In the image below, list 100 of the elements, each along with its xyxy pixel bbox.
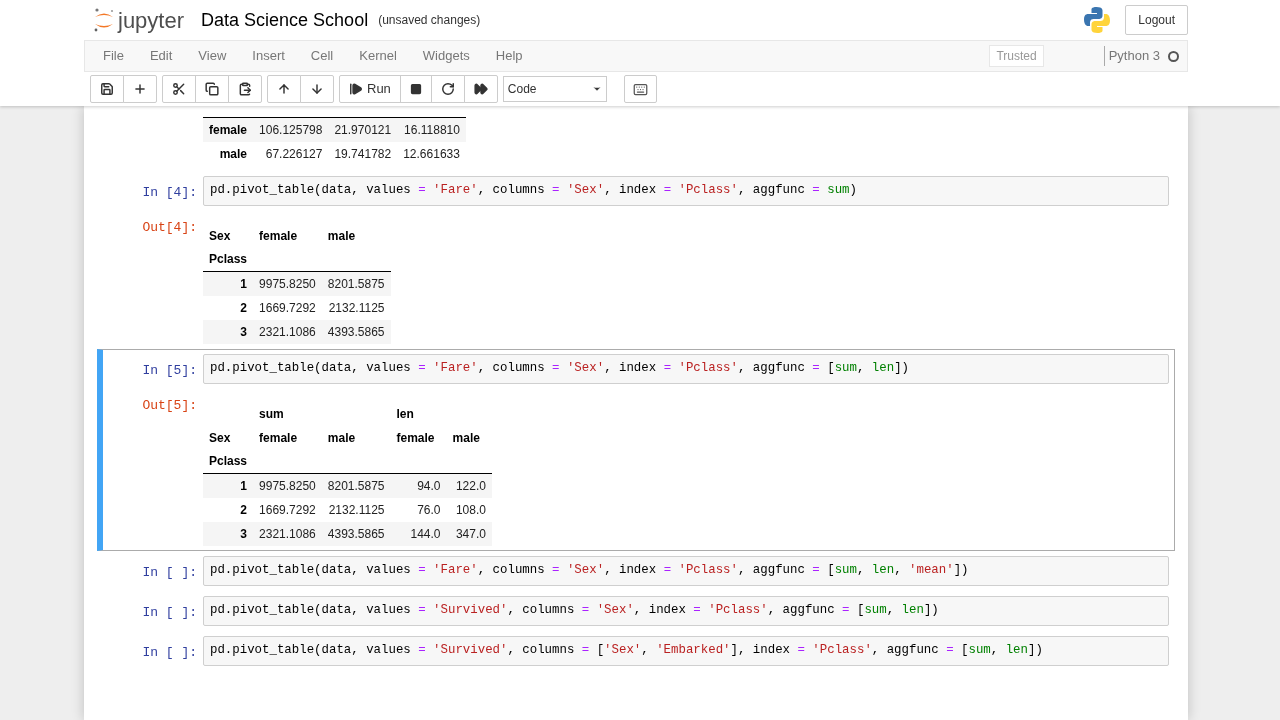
save-status: (unsaved changes) [378,12,481,29]
notebook-cell[interactable]: In [ ]: pd.pivot_table(data, values = 'Fare', columns = 'Sex', index = 'Pclass', aggfunc = [sum, len, 'mean']) [97,550,1175,591]
row-index: 3 [240,324,248,339]
plus-icon [133,82,147,96]
notebook-title[interactable]: Data Science School [201,6,369,34]
toolbar-button[interactable] [399,75,432,103]
menu-item[interactable]: Insert [240,46,297,66]
menu-item[interactable]: Kernel [347,46,409,66]
code-input[interactable]: pd.pivot_table(data, values = 'Fare', columns = 'Sex', index = 'Pclass', aggfunc = [sum, len, 'mean']) [203,555,1169,586]
input-prompt: In [ ]: [142,564,197,580]
code-line: pd.pivot_table(data, values = 'Fare', columns = 'Sex', index = 'Pclass', aggfunc = sum) [210,182,857,200]
table-cell: 94.0 [417,478,441,493]
table-cell: 4393.5865 [327,324,385,339]
row-index: 1 [240,276,248,291]
menu-item[interactable]: File [91,46,136,66]
column-header: male [452,430,480,445]
table-cell: 19.741782 [334,146,392,161]
code-line: pd.pivot_table(data, values = 'Survived', columns = 'Sex', index = 'Pclass', aggfunc = [sum, len]) [210,602,939,620]
table-cell: 9975.8250 [259,478,316,493]
table-cell: 9975.8250 [259,276,316,291]
row-index: male [219,146,248,161]
column-header: Sex [209,228,231,243]
table-cell: 2132.1125 [328,502,385,517]
output-prompt: Out[4]: [142,219,197,235]
input-prompt: In [ ]: [142,644,197,660]
run-icon [349,82,363,96]
notebook-cell[interactable]: In [4]: pd.pivot_table(data, values = 'Fare', columns = 'Sex', index = 'Pclass', aggfunc = sum) Out[4]: Sex female male Pclass 1 9975.8250 8201.5875 2 1669.7292 2132.1125 3 2321.1086 4393.5865 [97,170,1175,349]
cell-type-select[interactable]: Code [502,76,607,102]
kernel-status-icon [1168,50,1179,62]
menu-item[interactable]: Edit [137,46,185,66]
code-input[interactable]: pd.pivot_table(data, values = 'Fare', columns = 'Sex', index = 'Pclass', aggfunc = sum) [203,175,1169,206]
code-input[interactable]: pd.pivot_table(data, values = 'Fare', columns = 'Sex', index = 'Pclass', aggfunc = [sum, len]) [203,353,1169,384]
column-header: len [396,406,414,421]
code-line: pd.pivot_table(data, values = 'Survived', columns = ['Sex', 'Embarked'], index = 'Pclass', aggfunc = [sum, len]) [210,642,1043,660]
table-cell: 2321.1086 [259,526,316,541]
restart-icon [440,82,455,96]
column-header: male [327,228,356,243]
run-button[interactable]: Run [339,75,401,103]
stop-icon [409,83,422,95]
table-cell: 21.970121 [334,122,392,137]
copy-icon [205,82,219,96]
table-cell: 2321.1086 [259,324,316,339]
keyboard-button[interactable] [623,75,657,103]
notebook-cell[interactable]: female 106.125798 21.970121 16.118810 male 67.226127 19.741782 12.661633 [97,106,1175,171]
table-cell: 122.0 [455,478,486,493]
table-cell: 4393.5865 [327,526,385,541]
menu-item[interactable]: Cell [298,46,346,66]
input-prompt: In [5]: [142,362,197,378]
index-header: Pclass [209,252,248,267]
notebook-cell[interactable]: In [ ]: pd.pivot_table(data, values = 'Survived', columns = ['Sex', 'Embarked'], index = 'Pclass', aggfunc = [sum, len]) [97,630,1175,671]
table-cell: 76.0 [417,502,441,517]
code-input[interactable]: pd.pivot_table(data, values = 'Survived', columns = ['Sex', 'Embarked'], index = 'Pclass', aggfunc = [sum, len]) [203,635,1169,666]
input-prompt: In [4]: [142,184,197,200]
table-cell: 8201.5875 [327,276,385,291]
logout-button[interactable]: Logout [1125,5,1188,35]
column-header: female [396,430,435,445]
toolbar-button[interactable] [463,75,498,103]
dropdown-caret-icon [591,84,602,94]
table-cell: 2132.1125 [328,300,385,315]
kernel-name: Python 3 [1108,47,1160,66]
toolbar-button[interactable] [90,75,124,103]
notebook-cell[interactable]: In [ ]: pd.pivot_table(data, values = 'Survived', columns = 'Sex', index = 'Pclass', aggfunc = [sum, len]) [97,590,1175,631]
paste-icon [238,82,252,96]
input-prompt: In [ ]: [142,604,197,620]
jupyter-logo-icon [93,7,115,33]
column-header: Sex [209,430,231,445]
scissors-icon [172,82,186,96]
table-cell: 16.118810 [404,122,460,137]
menu-item[interactable]: Help [483,46,535,66]
column-header: female [259,228,298,243]
jupyter-logo-text: jupyter [118,6,185,35]
table-cell: 1669.7292 [259,300,316,315]
toolbar-button[interactable] [195,75,229,103]
notebook-cell[interactable] [97,348,1175,551]
menu-item[interactable]: View [186,46,239,66]
code-input[interactable]: pd.pivot_table(data, values = 'Survived', columns = 'Sex', index = 'Pclass', aggfunc = [sum, len]) [203,595,1169,626]
table-cell: 108.0 [455,502,486,517]
table-cell: 144.0 [410,526,441,541]
code-line: pd.pivot_table(data, values = 'Fare', columns = 'Sex', index = 'Pclass', aggfunc = [sum, len]) [210,360,910,378]
column-header: male [327,430,356,445]
toolbar-button[interactable] [123,75,157,103]
row-index: 2 [240,300,248,315]
table-cell: 67.226127 [265,146,323,161]
code-line: pd.pivot_table(data, values = 'Fare', columns = 'Sex', index = 'Pclass', aggfunc = [sum, len, 'mean']) [210,562,969,580]
table-cell: 106.125798 [259,122,323,137]
arrow-down-icon [310,82,324,96]
menu-item[interactable]: Widgets [410,46,482,66]
index-header: Pclass [209,454,248,469]
column-header: sum [259,406,284,421]
arrow-up-icon [277,82,291,96]
keyboard-icon [632,81,648,97]
table-cell: 8201.5875 [327,478,385,493]
toolbar-button[interactable] [228,75,262,103]
toolbar-button[interactable] [430,75,465,103]
output-prompt: Out[5]: [142,397,197,413]
table-cell: 347.0 [455,526,486,541]
save-icon [100,82,114,96]
fast-forward-icon [473,82,488,96]
toolbar-button[interactable] [162,75,196,103]
table-cell: 1669.7292 [259,502,316,517]
